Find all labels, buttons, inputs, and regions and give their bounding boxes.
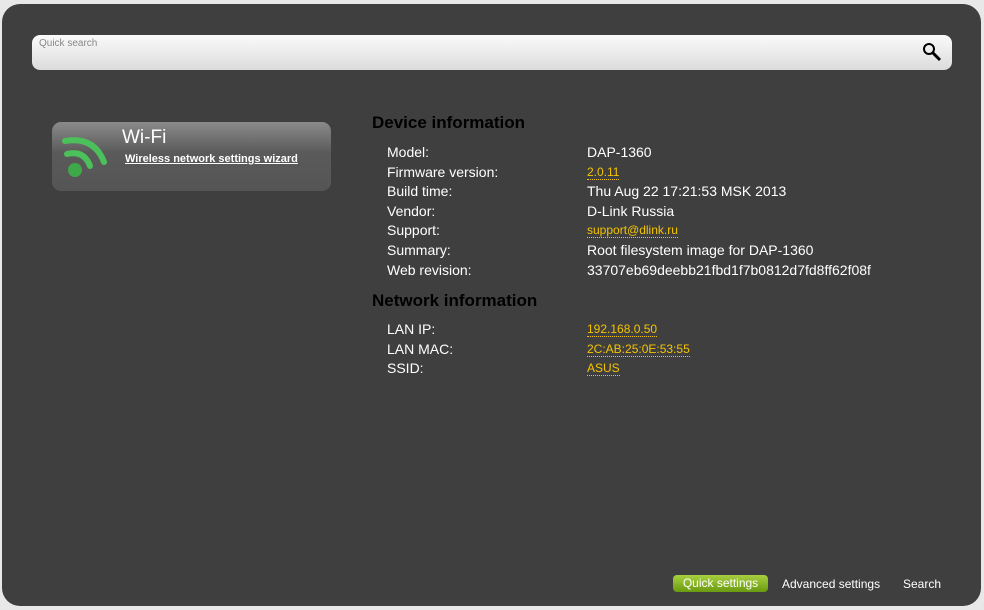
quick-search-input[interactable]: Quick search — [32, 35, 952, 70]
quick-settings-button[interactable]: Quick settings — [673, 575, 768, 592]
info-label: LAN IP: — [387, 321, 436, 337]
info-row: Web revision: 33707eb69deebb21fbd1f7b0812… — [387, 262, 984, 278]
network-info-heading: Network information — [372, 291, 538, 310]
search-icon[interactable] — [922, 42, 942, 62]
wifi-title: Wi-Fi — [122, 127, 167, 148]
advanced-settings-button[interactable]: Advanced settings — [782, 577, 880, 591]
info-value: D-Link Russia — [587, 202, 675, 219]
wifi-card[interactable]: Wi-Fi Wireless network settings wizard — [52, 122, 331, 191]
info-value[interactable]: 2C:AB:25:0E:53:55 — [587, 342, 690, 357]
info-row: Summary: Root filesystem image for DAP-13… — [387, 242, 984, 258]
info-value: Root filesystem image for DAP-1360 — [587, 242, 814, 258]
info-row: LAN IP: 192.168.0.50 — [387, 321, 984, 337]
info-label: Vendor: — [387, 202, 436, 219]
search-button[interactable]: Search — [903, 577, 941, 591]
info-value[interactable]: 2.0.11 — [587, 165, 620, 180]
info-value: 33707eb69deebb21fbd1f7b0812d7fd8ff62f08f — [587, 261, 871, 278]
info-row: LAN MAC: 2C:AB:25:0E:53:55 — [387, 341, 984, 357]
info-row: Firmware version: 2.0.11 — [387, 164, 984, 180]
info-label: Summary: — [387, 242, 451, 258]
info-row: Model: DAP-1360 — [387, 144, 984, 160]
wireless-wizard-link[interactable]: Wireless network settings wizard — [125, 153, 298, 165]
info-label: Model: — [387, 144, 430, 160]
info-row: SSID: ASUS — [387, 360, 984, 377]
info-row: Support: support@dlink.ru — [387, 222, 984, 239]
info-label: Support: — [387, 222, 440, 239]
info-label: Web revision: — [387, 261, 472, 278]
wifi-icon — [62, 137, 107, 177]
info-value[interactable]: support@dlink.ru — [587, 223, 678, 239]
info-value: Thu Aug 22 17:21:53 MSK 2013 — [587, 183, 787, 200]
info-row: Build time: Thu Aug 22 17:21:53 MSK 2013 — [387, 183, 984, 199]
search-placeholder: Quick search — [39, 38, 98, 49]
info-value: DAP-1360 — [587, 144, 652, 160]
info-value[interactable]: 192.168.0.50 — [587, 322, 658, 337]
device-info-heading: Device information — [372, 113, 526, 132]
info-label: Build time: — [387, 183, 453, 200]
info-label: SSID: — [387, 360, 424, 377]
info-label: Firmware version: — [387, 163, 499, 180]
info-value[interactable]: ASUS — [587, 361, 620, 377]
info-row: Vendor: D-Link Russia — [387, 203, 984, 219]
info-label: LAN MAC: — [387, 340, 454, 357]
